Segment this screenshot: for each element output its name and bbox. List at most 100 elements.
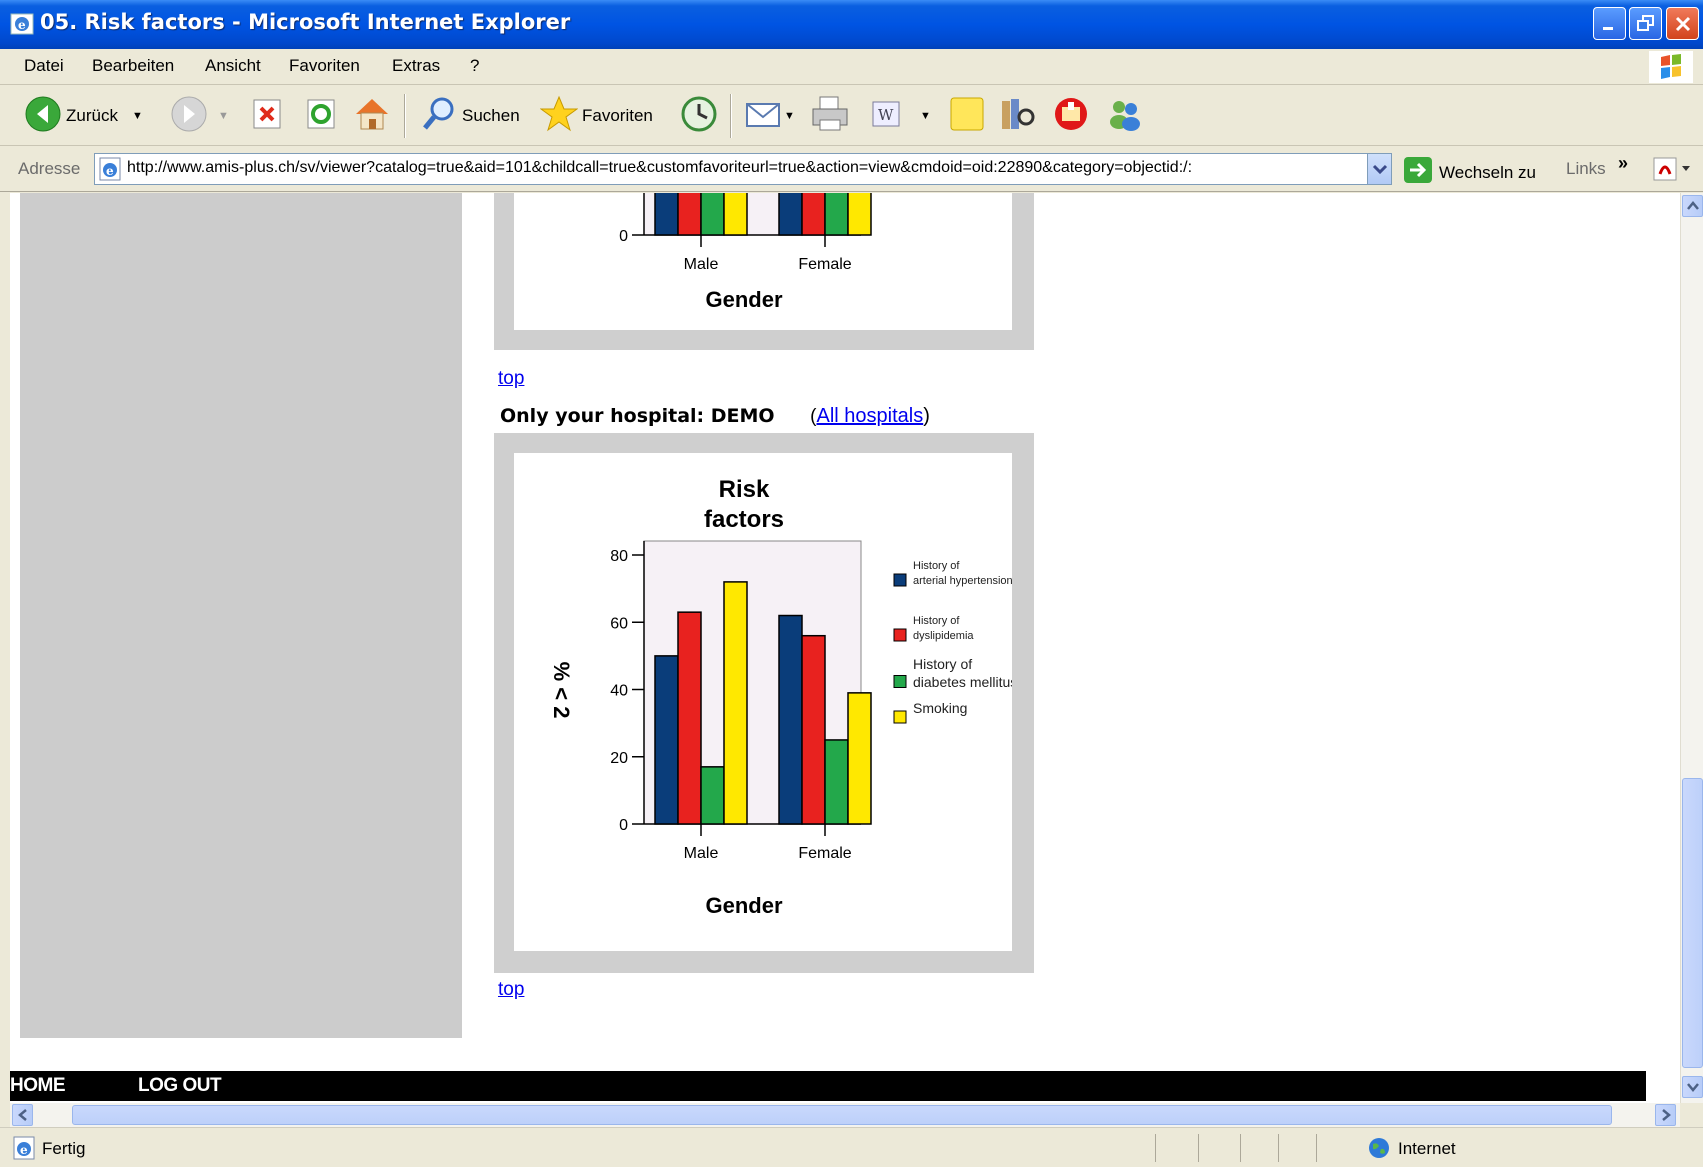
edit-button[interactable]: W ▼ bbox=[870, 96, 931, 136]
svg-text:W: W bbox=[878, 106, 894, 124]
vertical-scroll-thumb[interactable] bbox=[1682, 778, 1703, 1068]
stop-button[interactable] bbox=[252, 96, 284, 136]
security-zone-text: Internet bbox=[1398, 1139, 1456, 1158]
legend-swatch bbox=[893, 710, 907, 724]
chart-panel: 0 Male Female Gender bbox=[514, 193, 1012, 330]
forward-arrow-icon bbox=[170, 95, 208, 138]
back-dropdown-icon[interactable]: ▼ bbox=[132, 110, 143, 122]
go-label: Wechseln zu bbox=[1439, 162, 1537, 182]
home-button[interactable] bbox=[352, 96, 392, 136]
y-tick-label: 80 bbox=[610, 548, 628, 565]
status-text: Fertig bbox=[42, 1139, 86, 1158]
back-arrow-icon bbox=[24, 95, 62, 138]
edit-dropdown-icon[interactable]: ▼ bbox=[920, 110, 931, 122]
bar bbox=[700, 193, 725, 236]
scroll-down-button[interactable] bbox=[1682, 1076, 1703, 1098]
page-content: 0 Male Female Gender top Only your hospital… bbox=[0, 193, 1680, 1103]
sticky-note-icon bbox=[948, 95, 986, 138]
svg-text:e: e bbox=[20, 1143, 28, 1157]
top-link[interactable]: top bbox=[498, 368, 524, 390]
x-tick-label: Female bbox=[798, 845, 851, 862]
refresh-button[interactable] bbox=[306, 96, 338, 136]
y-tick-label: 0 bbox=[619, 228, 628, 245]
address-url: http://www.amis-plus.ch/sv/viewer?catalo… bbox=[127, 159, 1193, 176]
window-title: 05. Risk factors - Microsoft Internet Ex… bbox=[40, 10, 571, 34]
chart-frame-all: 0 Male Female Gender bbox=[494, 193, 1034, 350]
links-chevron-icon[interactable]: » bbox=[1618, 153, 1628, 174]
svg-text:e: e bbox=[106, 164, 114, 178]
acrobat-icon[interactable] bbox=[1652, 156, 1692, 187]
search-icon bbox=[420, 95, 458, 138]
close-button[interactable] bbox=[1666, 7, 1699, 40]
search-label: Suchen bbox=[462, 106, 520, 125]
scroll-up-button[interactable] bbox=[1682, 195, 1703, 217]
back-button[interactable]: Zurück ▼ bbox=[24, 96, 143, 136]
all-hospitals-close-paren: ) bbox=[923, 405, 930, 427]
menu-favoriten[interactable]: Favoriten bbox=[289, 56, 360, 76]
bar bbox=[654, 193, 679, 236]
home-icon bbox=[352, 94, 392, 139]
bar bbox=[778, 193, 803, 236]
history-icon bbox=[680, 95, 718, 138]
forward-dropdown-icon[interactable]: ▼ bbox=[218, 110, 229, 122]
menu-ansicht[interactable]: Ansicht bbox=[205, 56, 261, 76]
hospital-label: Only your hospital: DEMO bbox=[500, 405, 775, 427]
horizontal-scrollbar[interactable] bbox=[10, 1103, 1680, 1127]
page-status-icon: e bbox=[12, 1136, 36, 1165]
go-button[interactable]: Wechseln zu bbox=[1403, 156, 1536, 189]
internet-globe-icon bbox=[1368, 1137, 1390, 1164]
address-bar: Adresse e http://www.amis-plus.ch/sv/vie… bbox=[0, 147, 1703, 192]
svg-text:e: e bbox=[18, 18, 26, 32]
horizontal-scroll-thumb[interactable] bbox=[72, 1105, 1612, 1125]
printer-icon bbox=[810, 94, 850, 139]
top-link[interactable]: top bbox=[498, 979, 524, 1001]
ie-icon: e bbox=[10, 12, 34, 36]
y-tick-label: 20 bbox=[610, 750, 628, 767]
scroll-left-button[interactable] bbox=[12, 1104, 33, 1126]
menu-help[interactable]: ? bbox=[470, 56, 479, 76]
stop-icon bbox=[252, 97, 284, 136]
legend-swatch bbox=[893, 573, 907, 587]
messenger-button[interactable] bbox=[1106, 96, 1144, 136]
notes-button[interactable] bbox=[948, 96, 986, 136]
bar bbox=[677, 193, 702, 236]
all-hospitals-link[interactable]: All hospitals bbox=[816, 405, 923, 427]
history-button[interactable] bbox=[680, 96, 718, 136]
research-button[interactable] bbox=[998, 96, 1036, 136]
logout-link[interactable]: LOG OUT bbox=[138, 1075, 222, 1097]
mail-dropdown-icon[interactable]: ▼ bbox=[784, 110, 795, 122]
bar bbox=[824, 193, 849, 236]
vertical-scrollbar[interactable] bbox=[1680, 193, 1703, 1103]
window-title-bar[interactable]: e 05. Risk factors - Microsoft Internet … bbox=[0, 0, 1703, 49]
refresh-icon bbox=[306, 97, 338, 136]
links-label[interactable]: Links bbox=[1566, 159, 1606, 179]
minimize-button[interactable] bbox=[1593, 7, 1626, 40]
mail-button[interactable]: ▼ bbox=[744, 96, 795, 136]
bar bbox=[847, 692, 872, 825]
search-button[interactable]: Suchen bbox=[420, 96, 520, 136]
legend-label: Smoking bbox=[913, 700, 967, 716]
windows-logo-icon bbox=[1649, 51, 1693, 83]
home-link[interactable]: HOME bbox=[10, 1075, 66, 1097]
scroll-right-button[interactable] bbox=[1655, 1104, 1676, 1126]
menu-datei[interactable]: Datei bbox=[24, 56, 64, 76]
legend-label: History of dyslipidemia bbox=[913, 615, 974, 642]
toolbar-separator bbox=[730, 94, 732, 138]
menu-bearbeiten[interactable]: Bearbeiten bbox=[92, 56, 174, 76]
print-button[interactable] bbox=[810, 96, 850, 136]
address-input[interactable]: e http://www.amis-plus.ch/sv/viewer?cata… bbox=[94, 153, 1392, 185]
address-dropdown-button[interactable] bbox=[1367, 154, 1391, 184]
page-ie-icon: e bbox=[98, 157, 122, 186]
bar bbox=[801, 634, 826, 825]
y-tick-label: 0 bbox=[619, 817, 628, 834]
toolbar-separator bbox=[404, 94, 406, 138]
forward-button[interactable]: ▼ bbox=[170, 96, 229, 136]
status-divider bbox=[1240, 1134, 1241, 1162]
restore-button[interactable] bbox=[1629, 7, 1662, 40]
messenger-alert-button[interactable] bbox=[1052, 96, 1090, 136]
menu-extras[interactable]: Extras bbox=[392, 56, 440, 76]
footer-nav-bar: HOME LOG OUT bbox=[10, 1071, 1646, 1101]
favorites-button[interactable]: Favoriten bbox=[539, 95, 653, 136]
chart-risk-factors-partial: 0 Male Female Gender bbox=[619, 193, 872, 312]
bar bbox=[801, 193, 826, 236]
